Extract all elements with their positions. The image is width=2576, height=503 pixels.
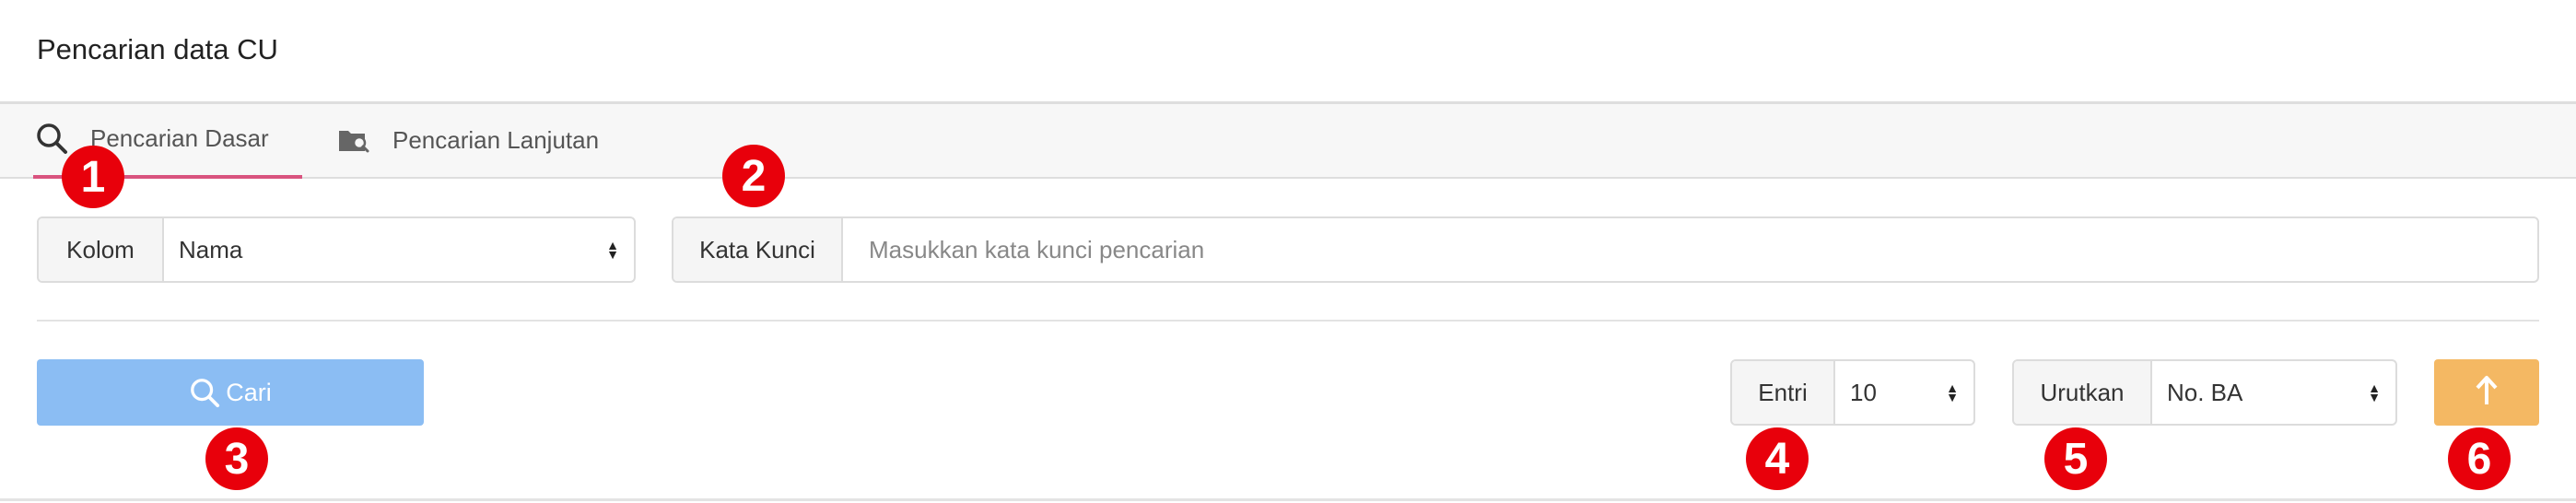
search-icon: [189, 377, 220, 408]
annotation-badge: 5: [2044, 427, 2107, 490]
sort-select-group: Urutkan No. BA ▲ ▼: [2012, 359, 2397, 426]
select-arrows-icon: ▲ ▼: [2368, 380, 2381, 404]
column-select-value: Nama: [179, 235, 243, 263]
column-select-group: Kolom Nama ▲ ▼: [37, 216, 636, 283]
keyword-input-group: Kata Kunci Masukkan kata kunci pencarian: [672, 216, 2539, 283]
folder-search-icon: [335, 122, 372, 158]
sort-select-value: No. BA: [2167, 378, 2243, 406]
arrow-up-icon: [2475, 375, 2499, 411]
column-select[interactable]: Nama ▲ ▼: [164, 218, 634, 281]
select-arrows-icon: ▲ ▼: [606, 238, 619, 262]
search-icon: [33, 120, 70, 157]
select-arrows-icon: ▲ ▼: [1946, 380, 1959, 404]
entries-select-value: 10: [1850, 378, 1877, 406]
annotation-badge: 1: [62, 146, 124, 208]
divider: [37, 320, 2539, 322]
annotation-badge: 4: [1746, 427, 1809, 490]
tab-label: Pencarian Dasar: [90, 123, 269, 152]
tab-advanced-search[interactable]: Pencarian Lanjutan: [335, 101, 630, 179]
page-title: Pencarian data CU: [37, 33, 278, 65]
sort-label: Urutkan: [2014, 361, 2152, 424]
search-button-label: Cari: [226, 378, 272, 406]
keyword-label: Kata Kunci: [673, 218, 843, 281]
keyword-input[interactable]: Masukkan kata kunci pencarian: [843, 218, 2537, 281]
tab-label: Pencarian Lanjutan: [392, 125, 600, 154]
sort-select[interactable]: No. BA ▲ ▼: [2152, 361, 2395, 424]
entries-select[interactable]: 10 ▲ ▼: [1835, 361, 1973, 424]
annotation-badge: 6: [2448, 427, 2511, 490]
column-label: Kolom: [39, 218, 164, 281]
search-button[interactable]: Cari: [37, 359, 424, 426]
entries-select-group: Entri 10 ▲ ▼: [1730, 359, 1975, 426]
sort-direction-button[interactable]: [2434, 359, 2539, 426]
divider: [0, 498, 2576, 501]
annotation-badge: 3: [205, 427, 268, 490]
entries-label: Entri: [1732, 361, 1835, 424]
annotation-badge: 2: [722, 145, 785, 207]
